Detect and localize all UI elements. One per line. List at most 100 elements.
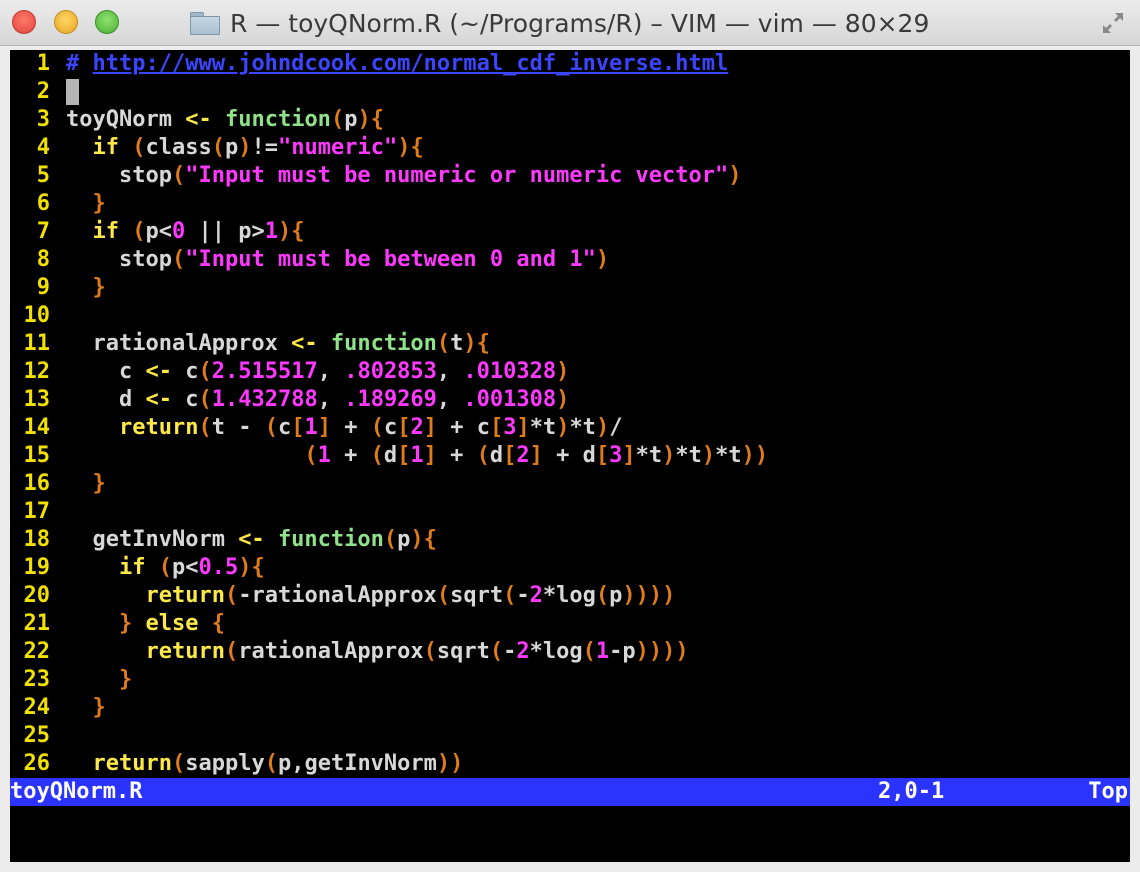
code-token: ) <box>662 443 676 468</box>
code-token: 1 <box>304 415 318 440</box>
code-token: ] <box>529 443 543 468</box>
code-token: *log <box>529 639 583 664</box>
code-token: ] <box>516 415 530 440</box>
code-line[interactable]: 19 if (p<0.5){ <box>10 554 1130 582</box>
code-token: } <box>118 611 133 636</box>
fullscreen-icon[interactable] <box>1100 10 1126 36</box>
code-line[interactable]: 18 getInvNorm <- function(p){ <box>10 526 1130 554</box>
code-line[interactable]: 1 # http://www.johndcook.com/normal_cdf_i… <box>10 50 1130 78</box>
code-line[interactable]: 4 if (class(p)!="numeric"){ <box>10 134 1130 162</box>
code-line[interactable]: 13 d <- c(1.432788, .189269, .001308) <box>10 386 1130 414</box>
code-token: rationalApprox <box>238 639 424 664</box>
window-title: R — toyQNorm.R (~/Programs/R) – VIM — vi… <box>230 8 930 38</box>
code-token: function <box>330 331 437 356</box>
code-line[interactable]: 21 } else { <box>10 610 1130 638</box>
code-token: { <box>251 555 265 580</box>
code-token: *log <box>542 583 596 608</box>
code-token: { <box>476 331 490 356</box>
code-token: *t <box>529 415 557 440</box>
line-number: 5 <box>36 163 50 188</box>
code-token: if <box>92 219 120 244</box>
terminal-window: R — toyQNorm.R (~/Programs/R) – VIM — vi… <box>0 0 1140 872</box>
code-line[interactable]: 17 <box>10 498 1130 526</box>
code-token: ( <box>171 247 186 272</box>
code-token: / <box>609 415 623 440</box>
code-token: ( <box>476 443 490 468</box>
code-token: http://www.johndcook.com/normal_cdf_inve… <box>92 51 729 76</box>
code-token: ) <box>648 639 663 664</box>
code-token: { <box>370 107 384 132</box>
line-number: 12 <box>23 359 51 384</box>
code-token: 3 <box>609 443 623 468</box>
code-token: <- <box>185 107 212 132</box>
vim-editor[interactable]: 1 # http://www.johndcook.com/normal_cdf_i… <box>10 50 1130 862</box>
code-line[interactable]: 11 rationalApprox <- function(t){ <box>10 330 1130 358</box>
code-line[interactable]: 15 (1 + (d[1] + (d[2] + d[3]*t)*t)*t)) <box>10 442 1130 470</box>
code-token: <- <box>145 359 172 384</box>
code-token: ( <box>582 639 596 664</box>
code-token: } <box>92 191 106 216</box>
title-bar[interactable]: R — toyQNorm.R (~/Programs/R) – VIM — vi… <box>0 0 1140 46</box>
code-token: , <box>317 387 345 412</box>
code-token: - <box>503 639 517 664</box>
code-line[interactable]: 23 } <box>10 666 1130 694</box>
code-token: ( <box>503 583 517 608</box>
code-token: [ <box>595 443 610 468</box>
code-token: ( <box>370 415 384 440</box>
code-token: ] <box>423 415 437 440</box>
code-line[interactable]: 2 <box>10 78 1130 106</box>
vim-statusline: toyQNorm.R 2,0-1 Top <box>10 778 1130 806</box>
zoom-button[interactable] <box>95 10 119 34</box>
code-token: 1.432788 <box>211 387 318 412</box>
code-token: 2 <box>516 639 530 664</box>
code-token: .189269 <box>344 387 437 412</box>
code-line[interactable]: 24 } <box>10 694 1130 722</box>
close-button[interactable] <box>12 10 36 34</box>
code-line[interactable]: 16 } <box>10 470 1130 498</box>
code-token: 1 <box>595 639 610 664</box>
code-token: [ <box>489 415 504 440</box>
code-line[interactable]: 14 return(t - (c[1] + (c[2] + c[3]*t)*t)… <box>10 414 1130 442</box>
code-token: if <box>92 135 120 160</box>
minimize-button[interactable] <box>54 10 78 34</box>
code-token: *t <box>675 443 702 468</box>
code-token: ) <box>556 415 570 440</box>
code-token: ( <box>224 639 239 664</box>
code-line[interactable]: 10 <box>10 302 1130 330</box>
code-line[interactable]: 7 if (p<0 || p>1){ <box>10 218 1130 246</box>
code-token: 0.5 <box>198 555 239 580</box>
code-line[interactable]: 22 return(rationalApprox(sqrt(-2*log(1-p… <box>10 638 1130 666</box>
code-token: c <box>171 387 199 412</box>
code-line[interactable]: 20 return(-rationalApprox(sqrt(-2*log(p)… <box>10 582 1130 610</box>
code-token: if <box>118 555 146 580</box>
code-token: ) <box>701 443 716 468</box>
code-token: d <box>383 443 398 468</box>
code-token: class <box>145 135 212 160</box>
code-token: p <box>344 107 358 132</box>
code-line[interactable]: 8 stop("Input must be between 0 and 1") <box>10 246 1130 274</box>
code-token: *t <box>569 415 596 440</box>
vim-command-line[interactable] <box>10 806 1130 862</box>
code-token: sapply <box>185 751 265 776</box>
code-token: toyQNorm <box>66 107 186 132</box>
line-number: 20 <box>23 583 51 608</box>
code-token: ] <box>622 443 636 468</box>
code-line[interactable]: 9 } <box>10 274 1130 302</box>
code-line[interactable]: 26 return(sapply(p,getInvNorm)) <box>10 750 1130 778</box>
editor-lines[interactable]: 1 # http://www.johndcook.com/normal_cdf_i… <box>10 50 1130 778</box>
code-token: ) <box>436 751 451 776</box>
code-token: ( <box>198 359 212 384</box>
code-token: -rationalApprox <box>238 583 437 608</box>
code-line[interactable]: 12 c <- c(2.515517, .802853, .010328) <box>10 358 1130 386</box>
code-line[interactable]: 5 stop("Input must be numeric or numeric… <box>10 162 1130 190</box>
code-line[interactable]: 3 toyQNorm <- function(p){ <box>10 106 1130 134</box>
code-token: ( <box>171 163 186 188</box>
code-line[interactable]: 25 <box>10 722 1130 750</box>
code-line[interactable]: 6 } <box>10 190 1130 218</box>
